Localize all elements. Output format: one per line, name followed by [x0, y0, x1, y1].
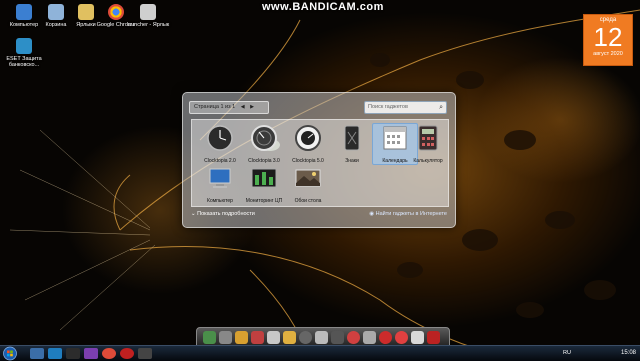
dock-app-icon[interactable] [283, 331, 296, 344]
page-navigator[interactable]: Страница 1 из 1 ◀ ▶ [189, 101, 269, 114]
search-placeholder: Поиск гаджетов [368, 104, 408, 110]
desktop-icon-label: launcher - Ярлык [126, 22, 170, 28]
dock-app-icon[interactable] [299, 331, 312, 344]
taskbar-app-icon[interactable] [138, 348, 152, 359]
bandicam-watermark: www.BANDICAM.com [262, 1, 384, 13]
shortcuts-icon [78, 4, 94, 20]
dock-app-icon[interactable] [331, 331, 344, 344]
dock-app-icon[interactable] [395, 331, 408, 344]
calendar-month-year: август 2020 [593, 51, 623, 57]
search-icon[interactable]: ⌕ [439, 102, 443, 113]
dock-app-icon[interactable] [235, 331, 248, 344]
dock-app-icon[interactable] [251, 331, 264, 344]
gadget-item-wallpaper[interactable]: Обои стола [286, 164, 330, 204]
signs-icon [344, 125, 360, 151]
gadget-search-input[interactable]: Поиск гаджетов ⌕ [364, 101, 447, 114]
desktop-icon-launcher[interactable]: launcher - Ярлык [126, 4, 170, 28]
dock-app-icon[interactable] [315, 331, 328, 344]
chevron-down-icon: ⌄ [191, 211, 196, 217]
gadget-label: Обои стола [294, 198, 322, 204]
gadget-gallery-window: Страница 1 из 1 ◀ ▶ Поиск гаджетов ⌕ Clo… [182, 92, 456, 228]
desktop-icon-label: ESET Защита банковско... [6, 56, 42, 68]
next-page-icon[interactable]: ▶ [250, 102, 254, 113]
dock-app-icon[interactable] [379, 331, 392, 344]
computer-icon [16, 4, 32, 20]
desktop-icon-eset[interactable]: ESET Защита банковско... [2, 38, 46, 68]
clock-icon [207, 125, 233, 151]
show-details-label: Показать подробности [197, 211, 255, 217]
gadget-item-calculator[interactable]: Калькулятор [406, 124, 450, 164]
cpu-monitor-icon [251, 168, 277, 188]
tray-clock[interactable]: 15:08 [621, 346, 636, 361]
calendar-icon [383, 126, 407, 150]
taskbar-ie-icon[interactable] [48, 348, 62, 359]
taskbar-bandicam-icon[interactable] [120, 348, 134, 359]
clock-icon [251, 125, 277, 151]
calendar-gadget[interactable]: среда 12 август 2020 [583, 14, 633, 66]
dock-app-icon[interactable] [347, 331, 360, 344]
gadget-label: Калькулятор [413, 158, 443, 164]
chrome-icon [108, 4, 124, 20]
globe-icon: ◉ [369, 211, 375, 217]
calendar-day: 12 [593, 22, 623, 52]
dock-app-icon[interactable] [203, 331, 216, 344]
dock-app-icon[interactable] [427, 331, 440, 344]
taskbar-chrome-icon[interactable] [102, 348, 116, 359]
taskbar: RU 15:08 [0, 345, 640, 361]
get-more-gadgets-label: Найти гаджеты в Интернете [375, 211, 447, 217]
prev-page-icon[interactable]: ◀ [241, 102, 245, 113]
calculator-icon [418, 125, 438, 151]
gadget-item-clocktopia-2[interactable]: Clocktopia 2.0 [198, 124, 242, 164]
computer-icon [209, 168, 231, 188]
page-indicator: Страница 1 из 1 [194, 104, 236, 110]
gadget-item-computer[interactable]: Компьютер [198, 164, 242, 204]
gadget-item-cpu-monitor[interactable]: Мониторинг ЦП [242, 164, 286, 204]
dock-app-icon[interactable] [363, 331, 376, 344]
gadget-window-footer: ⌄ Показать подробности ◉ Найти гаджеты в… [191, 211, 447, 221]
eset-icon [16, 38, 32, 54]
gadget-item-clocktopia-5[interactable]: Clocktopia 5.0 [286, 124, 330, 164]
gadget-item-clocktopia-3[interactable]: Clocktopia 3.0 [242, 124, 286, 164]
gadget-label: Компьютер [207, 198, 233, 204]
recycle-bin-icon [48, 4, 64, 20]
gadget-item-signs[interactable]: Знаки [330, 124, 374, 164]
gadget-label: Мониторинг ЦП [245, 198, 283, 204]
start-button[interactable] [2, 346, 18, 361]
taskbar-app-icon[interactable] [84, 348, 98, 359]
gadget-label: Знаки [345, 158, 359, 164]
dock-app-icon[interactable] [411, 331, 424, 344]
dock-app-icon[interactable] [219, 331, 232, 344]
show-details-toggle[interactable]: ⌄ Показать подробности [191, 211, 255, 217]
wallpaper-icon [295, 169, 321, 187]
gadget-list: Clocktopia 2.0 Clocktopia 3.0 Clocktopia… [191, 119, 449, 207]
taskbar-app-icon[interactable] [66, 348, 80, 359]
launcher-icon [140, 4, 156, 20]
get-more-gadgets-link[interactable]: ◉ Найти гаджеты в Интернете [369, 211, 447, 217]
dock-app-icon[interactable] [267, 331, 280, 344]
language-indicator[interactable]: RU [563, 346, 571, 361]
gadget-window-header: Страница 1 из 1 ◀ ▶ Поиск гаджетов ⌕ [189, 101, 449, 114]
taskbar-explorer-icon[interactable] [30, 348, 44, 359]
clock-icon [295, 125, 321, 151]
